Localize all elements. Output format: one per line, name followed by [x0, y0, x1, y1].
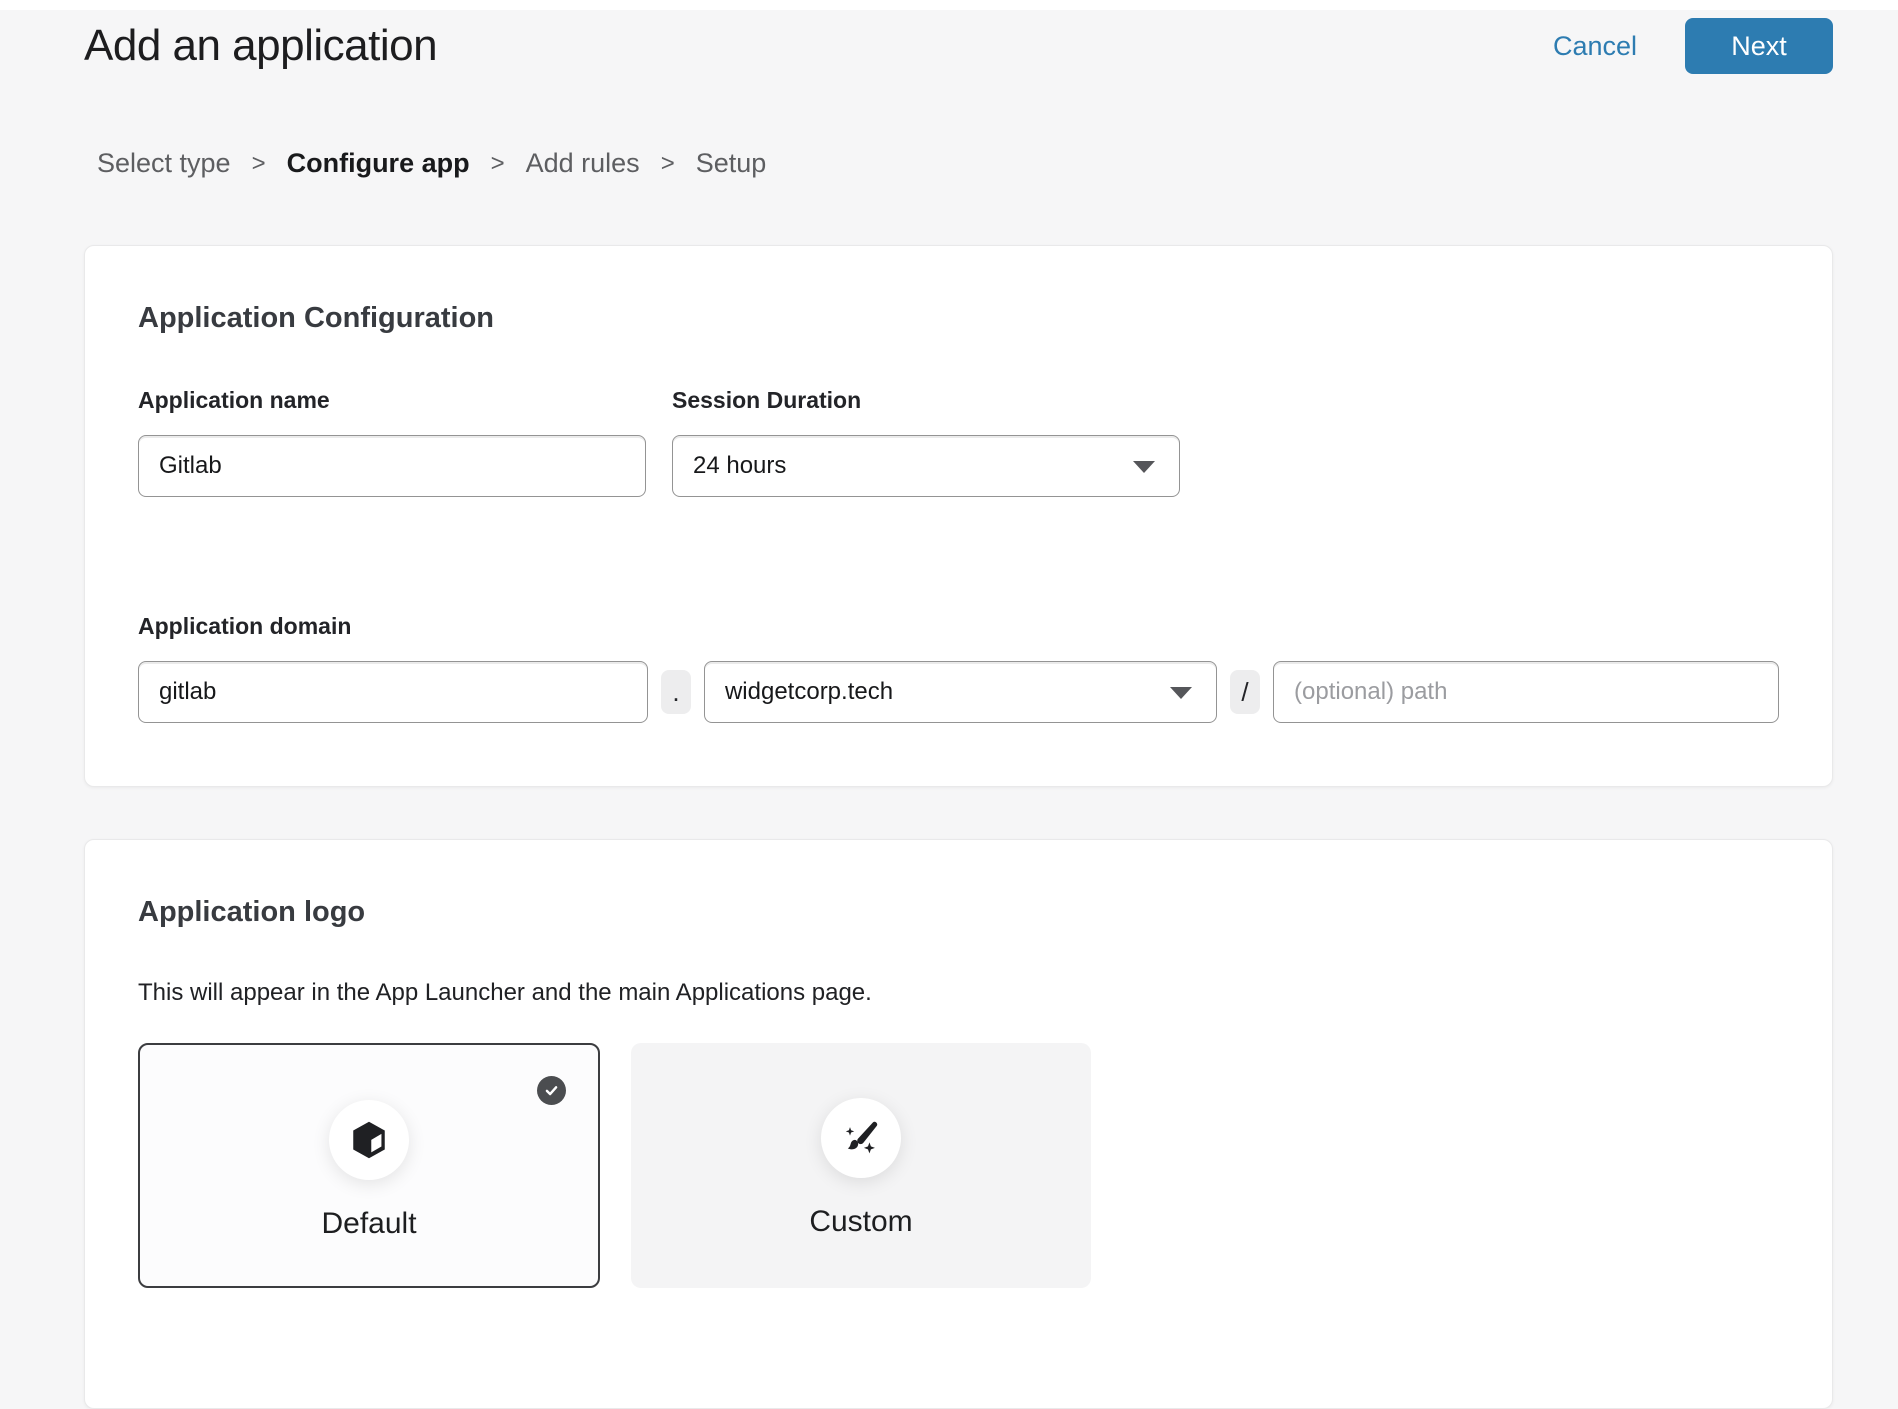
application-domain-row: . widgetcorp.tech / [138, 661, 1779, 723]
breadcrumb-separator: > [491, 150, 505, 178]
breadcrumb: Select type > Configure app > Add rules … [97, 148, 1898, 179]
session-duration-field: Session Duration 24 hours [672, 387, 1180, 497]
chevron-down-icon [1133, 461, 1155, 473]
header-actions: Cancel Next [1553, 18, 1833, 74]
application-name-input[interactable] [138, 435, 646, 497]
logo-option-label: Custom [631, 1205, 1091, 1239]
check-icon [537, 1076, 566, 1105]
breadcrumb-step-add-rules[interactable]: Add rules [526, 148, 640, 179]
chevron-down-icon [1170, 687, 1192, 699]
application-logo-card: Application logo This will appear in the… [84, 839, 1833, 1409]
domain-select-value: widgetcorp.tech [725, 678, 893, 706]
next-button[interactable]: Next [1685, 18, 1833, 74]
application-domain-label: Application domain [138, 613, 1779, 640]
path-input[interactable] [1273, 661, 1779, 723]
logo-card-description: This will appear in the App Launcher and… [138, 979, 1779, 1007]
breadcrumb-step-select-type[interactable]: Select type [97, 148, 231, 179]
top-strip [0, 0, 1898, 10]
logo-options: Default Custom [138, 1043, 1779, 1288]
page-title: Add an application [84, 21, 437, 71]
paintbrush-icon [821, 1098, 901, 1178]
dot-separator: . [661, 670, 691, 714]
config-card-heading: Application Configuration [138, 302, 1779, 335]
application-configuration-card: Application Configuration Application na… [84, 245, 1833, 787]
breadcrumb-step-setup[interactable]: Setup [696, 148, 767, 179]
session-duration-value: 24 hours [693, 452, 786, 480]
logo-option-custom[interactable]: Custom [631, 1043, 1091, 1288]
logo-option-label: Default [140, 1207, 598, 1241]
breadcrumb-separator: > [252, 150, 266, 178]
session-duration-select[interactable]: 24 hours [672, 435, 1180, 497]
logo-option-default[interactable]: Default [138, 1043, 600, 1288]
page-header: Add an application Cancel Next [0, 10, 1898, 74]
cube-icon [329, 1100, 409, 1180]
breadcrumb-step-configure-app[interactable]: Configure app [287, 148, 470, 179]
domain-select[interactable]: widgetcorp.tech [704, 661, 1217, 723]
subdomain-input[interactable] [138, 661, 648, 723]
config-form-row: Application name Session Duration 24 hou… [138, 387, 1779, 497]
breadcrumb-separator: > [661, 150, 675, 178]
slash-separator: / [1230, 670, 1260, 714]
logo-card-heading: Application logo [138, 896, 1779, 929]
application-name-label: Application name [138, 387, 646, 414]
session-duration-label: Session Duration [672, 387, 1180, 414]
application-name-field: Application name [138, 387, 646, 497]
cancel-button[interactable]: Cancel [1553, 31, 1637, 62]
